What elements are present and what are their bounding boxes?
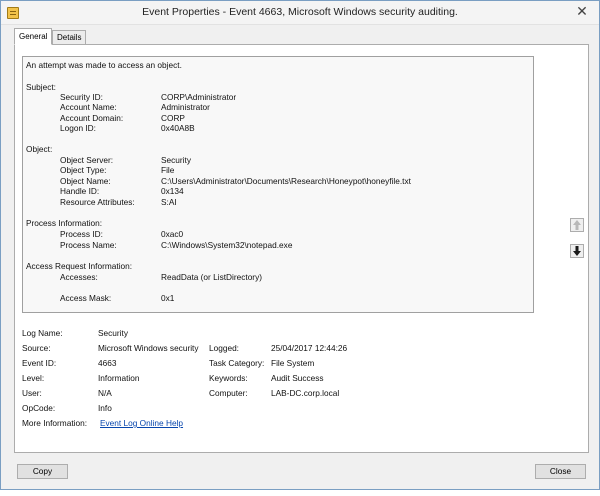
desc-value: ReadData (or ListDirectory)	[161, 272, 262, 282]
desc-label: Logon ID:	[60, 123, 96, 133]
task-category-value: File System	[271, 358, 315, 368]
arrow-up-icon	[573, 220, 581, 230]
desc-value: 0x1	[161, 293, 175, 303]
desc-label: Object Server:	[60, 155, 114, 165]
title-bar[interactable]: Event Properties - Event 4663, Microsoft…	[1, 1, 599, 25]
desc-label: Resource Attributes:	[60, 197, 135, 207]
logged-value: 25/04/2017 12:44:26	[271, 343, 348, 353]
desc-label: Security ID:	[60, 92, 103, 102]
desc-label: Accesses:	[60, 272, 98, 282]
keywords-value: Audit Success	[271, 373, 324, 383]
log-name-label: Log Name:	[22, 328, 63, 338]
event-id-label: Event ID:	[22, 358, 57, 368]
desc-label: Handle ID:	[60, 186, 100, 196]
desc-value: Administrator	[161, 102, 210, 112]
section-heading-access-request: Access Request Information:	[26, 261, 133, 271]
source-label: Source:	[22, 343, 51, 353]
close-button[interactable]: Close	[535, 464, 586, 479]
level-value: Information	[98, 373, 140, 383]
event-description-box[interactable]: An attempt was made to access an object.…	[22, 56, 534, 313]
scroll-down-button[interactable]	[570, 244, 584, 258]
task-category-label: Task Category:	[209, 358, 265, 368]
event-log-help-link[interactable]: Event Log Online Help	[100, 418, 183, 428]
computer-value: LAB-DC.corp.local	[271, 388, 340, 398]
computer-label: Computer:	[209, 388, 248, 398]
desc-value: 0x134	[161, 186, 184, 196]
opcode-value: Info	[98, 403, 112, 413]
keywords-label: Keywords:	[209, 373, 248, 383]
tab-general[interactable]: General	[14, 28, 53, 45]
copy-button[interactable]: Copy	[17, 464, 68, 479]
section-heading-object: Object:	[26, 144, 53, 154]
level-label: Level:	[22, 373, 45, 383]
user-label: User:	[22, 388, 42, 398]
log-name-value: Security	[98, 328, 128, 338]
event-properties-window: Event Properties - Event 4663, Microsoft…	[0, 0, 600, 490]
source-value: Microsoft Windows security	[98, 343, 199, 353]
close-window-button[interactable]: ✕	[571, 4, 593, 21]
desc-label: Account Domain:	[60, 113, 124, 123]
desc-value: CORP\Administrator	[161, 92, 237, 102]
desc-value: S:AI	[161, 197, 177, 207]
desc-value: C:\Users\Administrator\Documents\Researc…	[161, 176, 411, 186]
arrow-down-icon	[573, 246, 581, 256]
tab-details[interactable]: Details	[52, 30, 87, 45]
section-heading-subject: Subject:	[26, 82, 56, 92]
desc-value: File	[161, 165, 175, 175]
section-heading-process: Process Information:	[26, 218, 103, 228]
desc-value: Security	[161, 155, 191, 165]
scroll-up-button[interactable]	[570, 218, 584, 232]
event-id-value: 4663	[98, 358, 117, 368]
desc-label: Access Mask:	[60, 293, 112, 303]
desc-label: Object Type:	[60, 165, 107, 175]
desc-label: Process ID:	[60, 229, 103, 239]
user-value: N/A	[98, 388, 112, 398]
desc-value: 0xac0	[161, 229, 184, 239]
desc-label: Object Name:	[60, 176, 111, 186]
desc-value: CORP	[161, 113, 185, 123]
description-summary: An attempt was made to access an object.	[26, 60, 182, 70]
window-title: Event Properties - Event 4663, Microsoft…	[142, 6, 458, 18]
logged-label: Logged:	[209, 343, 239, 353]
opcode-label: OpCode:	[22, 403, 56, 413]
desc-value: 0x40A8B	[161, 123, 195, 133]
more-information-label: More Information:	[22, 418, 88, 428]
desc-label: Account Name:	[60, 102, 117, 112]
desc-label: Process Name:	[60, 240, 117, 250]
desc-value: C:\Windows\System32\notepad.exe	[161, 240, 293, 250]
